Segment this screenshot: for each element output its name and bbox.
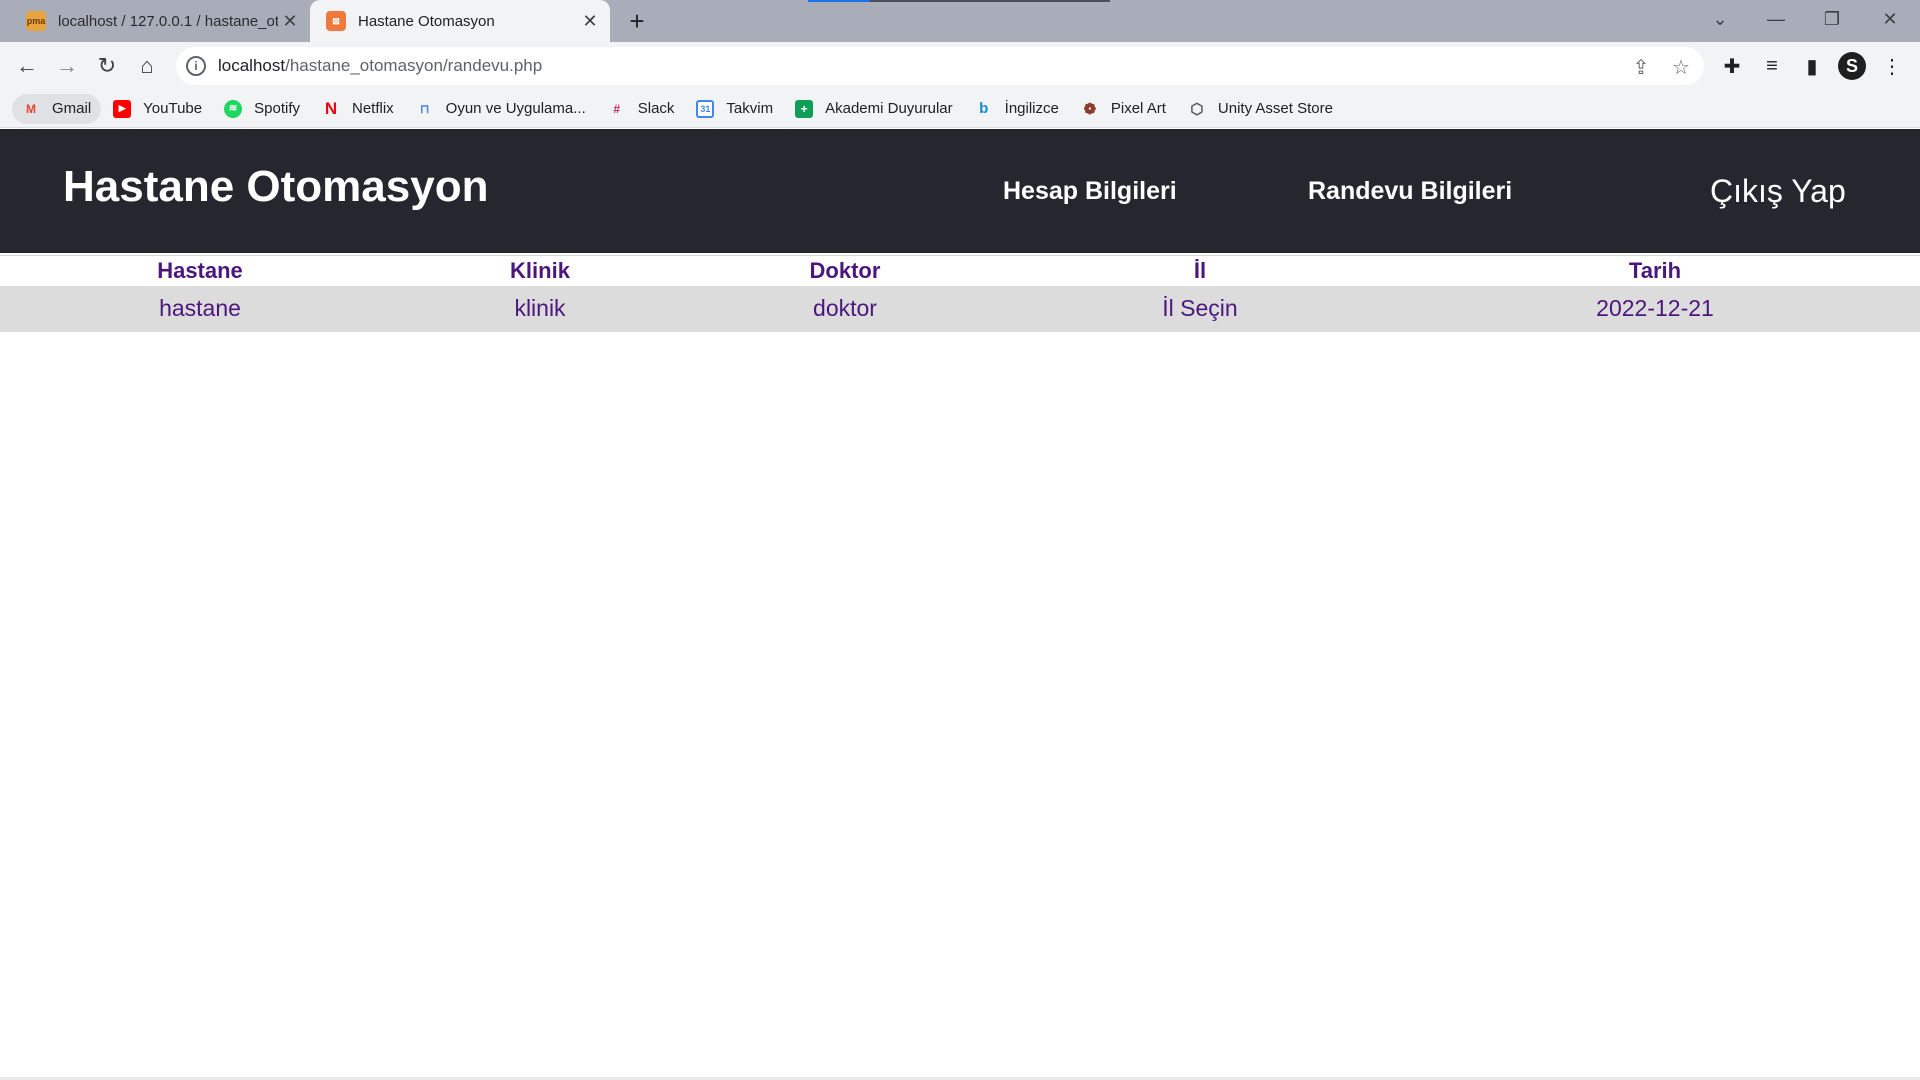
cell-il: İl Seçin [1010,285,1390,332]
bookmark-akademi[interactable]: + Akademi Duyurular [785,94,963,124]
window-close-icon[interactable]: ✕ [1862,0,1918,38]
slack-icon: # [613,101,621,116]
bookmark-label: YouTube [143,100,203,117]
address-bar[interactable]: i localhost/hastane_otomasyon/randevu.ph… [176,47,1704,85]
profile-avatar[interactable]: S [1838,52,1866,80]
address-host: localhost [218,56,286,75]
bookmark-ingilizce[interactable]: b İngilizce [965,94,1069,124]
tab-title: localhost / 127.0.0.1 / hastane_ot [58,12,278,30]
bookmark-label: Takvim [726,100,774,117]
nav-link-hesap-bilgileri[interactable]: Hesap Bilgileri [1003,177,1177,206]
site-header: Hastane Otomasyon Hesap Bilgileri Randev… [0,129,1920,253]
column-header-klinik: Klinik [400,255,680,286]
close-icon[interactable]: ✕ [578,9,602,33]
address-url[interactable]: localhost/hastane_otomasyon/randevu.php [218,56,542,76]
tab-phpmyadmin[interactable]: pma localhost / 127.0.0.1 / hastane_ot ✕ [10,0,310,42]
browser-toolbar: ← → ↻ ⌂ i localhost/hastane_otomasyon/ra… [0,42,1920,90]
reload-icon[interactable]: ↻ [91,50,123,82]
bookmark-gmail[interactable]: M Gmail [12,93,102,124]
bing-icon: b [979,100,989,117]
bookmark-unity[interactable]: ⬡ Unity Asset Store [1178,94,1343,124]
bookmark-takvim[interactable]: 31 Takvim [686,94,783,124]
minimize-icon[interactable]: — [1748,0,1804,38]
bookmark-label: Spotify [254,100,300,117]
site-info-icon[interactable]: i [186,56,206,76]
tab-hastane-otomasyon[interactable]: ⊠ Hastane Otomasyon ✕ [310,0,610,42]
table-row: hastane klinik doktor İl Seçin 2022-12-2… [0,285,1920,332]
menu-icon[interactable]: ⋮ [1876,50,1908,82]
bookmark-spotify[interactable]: ≋ Spotify [214,94,310,124]
loading-progress-bar [808,0,1110,2]
bookmark-slack[interactable]: # Slack [598,94,685,124]
gmail-icon: M [26,101,36,116]
bookmarks-bar: M Gmail ▶ YouTube ≋ Spotify N Netflix ⊓ … [0,90,1920,128]
cell-hastane: hastane [0,285,400,332]
bookmark-label: Akademi Duyurular [825,100,953,117]
logout-link[interactable]: Çıkış Yap [1710,173,1846,210]
restore-icon[interactable]: ❐ [1804,0,1860,38]
extensions-icon[interactable]: ✚ [1716,50,1748,82]
bookmark-label: Oyun ve Uygulama... [445,100,586,117]
back-icon[interactable]: ← [11,50,43,82]
bookmark-label: İngilizce [1004,100,1059,117]
bookmark-label: Unity Asset Store [1217,100,1333,117]
netflix-icon: N [324,98,338,118]
pixel-art-icon: ❁ [1083,100,1097,118]
column-header-il: İl [1010,255,1390,286]
bookmark-label: Slack [637,100,675,117]
play-games-icon: ⊓ [419,101,430,116]
close-icon[interactable]: ✕ [278,9,302,33]
tab-search-icon[interactable]: ⌄ [1692,0,1748,38]
bookmark-play-games[interactable]: ⊓ Oyun ve Uygulama... [406,94,596,124]
calendar-icon: 31 [696,99,715,118]
bookmark-youtube[interactable]: ▶ YouTube [103,94,212,124]
bookmark-pixel-art[interactable]: ❁ Pixel Art [1071,94,1176,124]
tab-title: Hastane Otomasyon [358,12,495,30]
bookmark-label: Gmail [52,100,92,117]
spotify-icon: ≋ [224,99,243,118]
home-icon[interactable]: ⌂ [131,50,163,82]
cell-klinik: klinik [400,285,680,332]
site-brand[interactable]: Hastane Otomasyon [63,162,488,212]
unity-icon: ⬡ [1190,100,1204,118]
table-header-row: Hastane Klinik Doktor İl Tarih [0,255,1920,286]
column-header-hastane: Hastane [0,255,400,286]
bookmark-netflix[interactable]: N Netflix [312,94,404,124]
nav-link-randevu-bilgileri[interactable]: Randevu Bilgileri [1308,177,1512,206]
web-page: Hastane Otomasyon Hesap Bilgileri Randev… [0,129,1920,1080]
cell-tarih: 2022-12-21 [1390,285,1920,332]
bookmark-label: Pixel Art [1110,100,1166,117]
share-icon[interactable]: ⇪ [1628,54,1654,80]
new-tab-button[interactable]: + [622,6,652,36]
xampp-icon: ⊠ [326,11,346,31]
side-panel-icon[interactable]: ▮ [1796,50,1828,82]
sheets-icon: + [795,99,814,118]
bookmark-star-icon[interactable]: ☆ [1668,54,1694,80]
reading-list-icon[interactable]: ≡ [1756,50,1788,82]
browser-tab-strip: pma localhost / 127.0.0.1 / hastane_ot ✕… [0,0,1920,42]
bookmark-label: Netflix [351,100,394,117]
column-header-tarih: Tarih [1390,255,1920,286]
appointments-table: Hastane Klinik Doktor İl Tarih hastane k… [0,255,1920,332]
phpmyadmin-icon: pma [26,11,46,31]
address-path: /hastane_otomasyon/randevu.php [285,56,543,75]
youtube-icon: ▶ [113,99,132,118]
column-header-doktor: Doktor [680,255,1010,286]
cell-doktor: doktor [680,285,1010,332]
forward-icon[interactable]: → [51,50,83,82]
